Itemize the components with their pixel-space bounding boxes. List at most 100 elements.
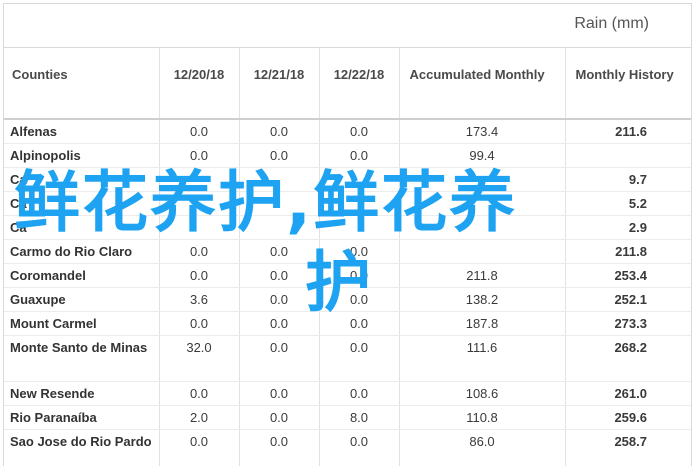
table-row: Ca 5.2	[4, 191, 691, 216]
rain-date-3-cell	[319, 167, 400, 192]
accumulated-monthly-cell	[399, 215, 566, 240]
rain-date-1-cell: 2.0	[159, 405, 240, 430]
county-cell: Carmo do Rio Claro	[4, 239, 160, 264]
rain-date-2-cell: 0.0	[239, 335, 320, 382]
accumulated-monthly-cell	[399, 239, 566, 264]
rain-date-1-cell: 0.0	[159, 143, 240, 168]
rain-date-3-cell: 0.0	[319, 429, 400, 466]
accumulated-monthly-cell: 111.6	[399, 335, 566, 382]
column-header-accumulated-monthly[interactable]: Accumulated Monthly	[399, 48, 566, 120]
column-header-date-3[interactable]: 12/22/18	[319, 48, 400, 120]
table-caption: Rain (mm)	[574, 15, 649, 32]
table-row: Coromandel 0.0 0.0 0.0 211.8 253.4	[4, 263, 691, 288]
rain-date-2-cell: 0.0	[239, 429, 320, 466]
rain-table: Counties 12/20/18 12/21/18 12/22/18 Accu…	[4, 48, 691, 466]
accumulated-monthly-cell	[399, 191, 566, 216]
column-header-monthly-history[interactable]: Monthly History	[565, 48, 691, 120]
rain-date-1-cell: 32.0	[159, 335, 240, 382]
table-row: Guaxupe 3.6 0.0 0.0 138.2 252.1	[4, 287, 691, 312]
county-cell: Coromandel	[4, 263, 160, 288]
rain-date-1-cell: 0.0	[159, 311, 240, 336]
county-cell: Ca	[4, 191, 160, 216]
table-row: Mount Carmel 0.0 0.0 0.0 187.8 273.3	[4, 311, 691, 336]
table-row: Alpinopolis 0.0 0.0 0.0 99.4	[4, 143, 691, 168]
rain-date-1-cell	[159, 191, 240, 216]
rain-date-2-cell: 0.0	[239, 143, 320, 168]
monthly-history-cell: 9.7	[565, 167, 691, 192]
rain-date-3-cell: 0.0	[319, 287, 400, 312]
monthly-history-cell: 211.8	[565, 239, 691, 264]
table-body: Alfenas 0.0 0.0 0.0 173.4 211.6 Alpinopolis 0.0…	[4, 119, 691, 466]
monthly-history-cell: 259.6	[565, 405, 691, 430]
monthly-history-cell	[565, 143, 691, 168]
rain-date-2-cell: 0.0	[239, 239, 320, 264]
table-caption-bar: Rain (mm)	[4, 4, 691, 48]
county-cell: Ca	[4, 167, 160, 192]
rain-date-3-cell	[319, 191, 400, 216]
rain-date-2-cell: 0.0	[239, 287, 320, 312]
monthly-history-cell: 258.7	[565, 429, 691, 466]
rain-date-2-cell: 0.0	[239, 381, 320, 406]
rain-date-1-cell	[159, 167, 240, 192]
county-cell: New Resende	[4, 381, 160, 406]
rain-date-1-cell: 3.6	[159, 287, 240, 312]
column-header-date-2[interactable]: 12/21/18	[239, 48, 320, 120]
county-cell: Guaxupe	[4, 287, 160, 312]
rain-date-3-cell: 0.0	[319, 143, 400, 168]
table-row: New Resende 0.0 0.0 0.0 108.6 261.0	[4, 381, 691, 406]
county-cell: Mount Carmel	[4, 311, 160, 336]
county-cell: Monte Santo de Minas	[4, 335, 160, 382]
table-row: Sao Jose do Rio Pardo 0.0 0.0 0.0 86.0 258.7	[4, 429, 691, 466]
county-cell: Alpinopolis	[4, 143, 160, 168]
accumulated-monthly-cell: 173.4	[399, 119, 566, 144]
rain-date-1-cell: 0.0	[159, 119, 240, 144]
county-cell: Ca	[4, 215, 160, 240]
rain-date-2-cell: 0.0	[239, 405, 320, 430]
rain-date-3-cell: 8.0	[319, 405, 400, 430]
table-row: Ca 2.9	[4, 215, 691, 240]
rain-table-panel: Rain (mm) Counties 12/20/18 12/21/18 12/…	[3, 3, 692, 466]
monthly-history-cell: 273.3	[565, 311, 691, 336]
table-header-row: Counties 12/20/18 12/21/18 12/22/18 Accu…	[4, 48, 691, 120]
rain-date-3-cell: 0.0	[319, 119, 400, 144]
rain-date-2-cell	[239, 167, 320, 192]
rain-date-2-cell: 0.0	[239, 119, 320, 144]
rain-date-1-cell: 0.0	[159, 263, 240, 288]
rain-date-3-cell: 0.0	[319, 239, 400, 264]
accumulated-monthly-cell: 110.8	[399, 405, 566, 430]
rain-date-2-cell	[239, 215, 320, 240]
monthly-history-cell: 253.4	[565, 263, 691, 288]
accumulated-monthly-cell	[399, 167, 566, 192]
rain-date-3-cell: 0.0	[319, 263, 400, 288]
monthly-history-cell: 261.0	[565, 381, 691, 406]
accumulated-monthly-cell: 108.6	[399, 381, 566, 406]
monthly-history-cell: 268.2	[565, 335, 691, 382]
table-row: Monte Santo de Minas 32.0 0.0 0.0 111.6 268.2	[4, 335, 691, 382]
monthly-history-cell: 2.9	[565, 215, 691, 240]
rain-date-2-cell	[239, 191, 320, 216]
accumulated-monthly-cell: 99.4	[399, 143, 566, 168]
monthly-history-cell: 252.1	[565, 287, 691, 312]
table-row: Carmo do Rio Claro 0.0 0.0 0.0 211.8	[4, 239, 691, 264]
rain-date-1-cell	[159, 215, 240, 240]
rain-date-2-cell: 0.0	[239, 263, 320, 288]
rain-date-3-cell: 0.0	[319, 311, 400, 336]
accumulated-monthly-cell: 187.8	[399, 311, 566, 336]
rain-date-1-cell: 0.0	[159, 429, 240, 466]
rain-date-1-cell: 0.0	[159, 381, 240, 406]
rain-date-3-cell: 0.0	[319, 381, 400, 406]
accumulated-monthly-cell: 138.2	[399, 287, 566, 312]
rain-date-3-cell: 0.0	[319, 335, 400, 382]
column-header-date-1[interactable]: 12/20/18	[159, 48, 240, 120]
rain-date-1-cell: 0.0	[159, 239, 240, 264]
table-row: Ca 9.7	[4, 167, 691, 192]
rain-date-3-cell	[319, 215, 400, 240]
accumulated-monthly-cell: 86.0	[399, 429, 566, 466]
rain-date-2-cell: 0.0	[239, 311, 320, 336]
county-cell: Sao Jose do Rio Pardo	[4, 429, 160, 466]
table-row: Alfenas 0.0 0.0 0.0 173.4 211.6	[4, 119, 691, 144]
county-cell: Rio Paranaíba	[4, 405, 160, 430]
county-cell: Alfenas	[4, 119, 160, 144]
column-header-counties[interactable]: Counties	[4, 48, 160, 120]
accumulated-monthly-cell: 211.8	[399, 263, 566, 288]
